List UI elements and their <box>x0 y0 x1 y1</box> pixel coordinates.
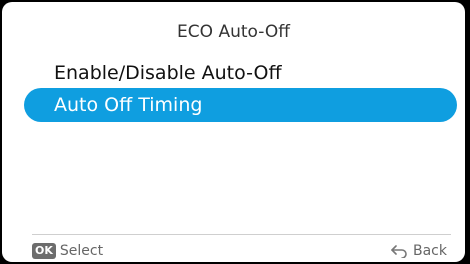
device-screen: ECO Auto-Off Enable/Disable Auto-Off Aut… <box>2 2 465 262</box>
back-hint[interactable]: Back <box>390 242 447 260</box>
page-title: ECO Auto-Off <box>177 22 290 42</box>
ok-button-badge: OK <box>32 243 56 259</box>
select-hint[interactable]: OK Select <box>32 242 103 260</box>
menu-item-label: Auto Off Timing <box>54 94 203 116</box>
back-label: Back <box>413 243 447 259</box>
back-arrow-icon <box>390 244 408 258</box>
footer-divider <box>32 234 451 235</box>
select-label: Select <box>59 243 104 259</box>
menu-item-auto-off-timing[interactable]: Auto Off Timing <box>24 88 457 122</box>
menu-item-label: Enable/Disable Auto-Off <box>54 62 282 84</box>
menu-item-enable-disable-auto-off[interactable]: Enable/Disable Auto-Off <box>24 56 457 90</box>
